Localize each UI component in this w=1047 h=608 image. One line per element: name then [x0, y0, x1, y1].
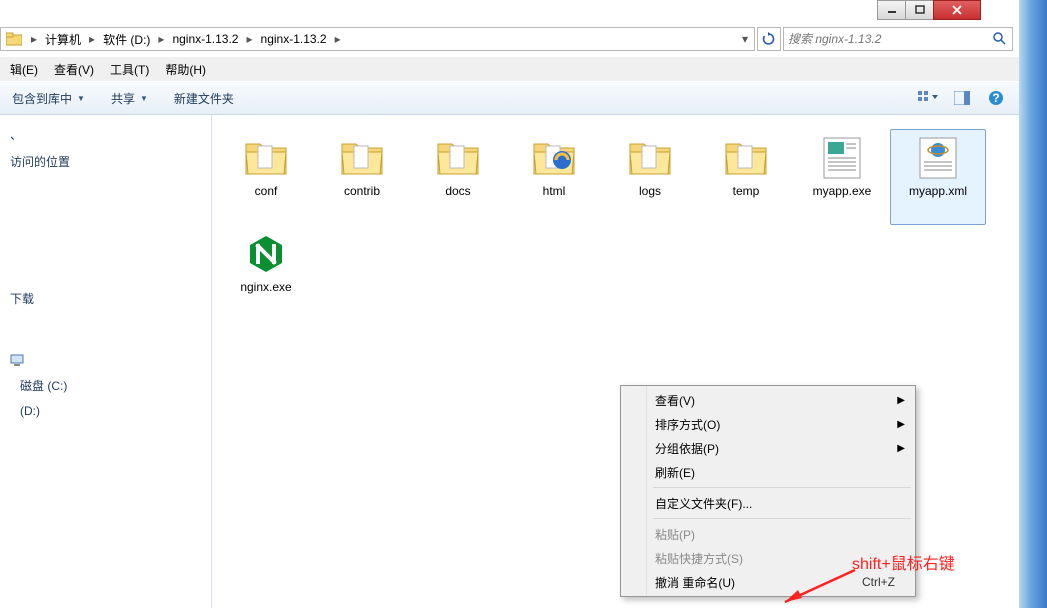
breadcrumb-item[interactable]: nginx-1.13.2 — [168, 28, 242, 50]
nav-drive-d[interactable]: (D:) — [0, 399, 211, 423]
menu-help[interactable]: 帮助(H) — [157, 58, 214, 81]
folder-icon — [722, 134, 770, 182]
breadcrumb-sep-icon: ▸ — [27, 32, 41, 46]
refresh-button[interactable] — [757, 27, 781, 51]
ctx-separator — [653, 487, 911, 488]
file-label: docs — [441, 182, 474, 201]
file-item[interactable]: contrib — [314, 129, 410, 225]
file-item[interactable]: myapp.xml — [890, 129, 986, 225]
file-item[interactable]: temp — [698, 129, 794, 225]
desktop-background-sliver — [1019, 0, 1047, 608]
chevron-right-icon: ▶ — [897, 443, 905, 454]
file-item[interactable]: logs — [602, 129, 698, 225]
breadcrumb-sep-icon: ▸ — [154, 32, 168, 46]
file-item[interactable]: conf — [218, 129, 314, 225]
file-label: html — [539, 182, 570, 201]
chevron-right-icon: ▶ — [897, 395, 905, 406]
menu-tools[interactable]: 工具(T) — [102, 58, 157, 81]
breadcrumb-item[interactable]: 计算机 — [41, 28, 85, 50]
menu-edit[interactable]: 辑(E) — [2, 58, 46, 81]
breadcrumb-sep-icon: ▸ — [331, 32, 345, 46]
file-label: logs — [635, 182, 665, 201]
minimize-button[interactable] — [877, 0, 906, 20]
file-label: contrib — [340, 182, 384, 201]
breadcrumb-item[interactable]: nginx-1.13.2 — [257, 28, 331, 50]
file-item[interactable]: html — [506, 129, 602, 225]
breadcrumb-item[interactable]: 软件 (D:) — [99, 28, 154, 50]
preview-pane-button[interactable] — [949, 87, 975, 109]
chevron-down-icon: ▼ — [140, 94, 148, 103]
view-options-button[interactable] — [915, 87, 941, 109]
file-item[interactable]: myapp.exe — [794, 129, 890, 225]
chevron-down-icon: ▼ — [77, 94, 85, 103]
annotation-text: shift+鼠标右键 — [852, 550, 955, 574]
search-icon[interactable] — [992, 31, 1008, 48]
maximize-button[interactable] — [905, 0, 934, 20]
chevron-right-icon: ▶ — [897, 419, 905, 430]
file-label: myapp.exe — [809, 182, 876, 201]
nav-quickaccess-item[interactable]: 、 — [0, 121, 211, 148]
help-button[interactable]: ? — [983, 87, 1009, 109]
nav-downloads[interactable]: 下载 — [0, 285, 211, 312]
ctx-view[interactable]: 查看(V) ▶ — [623, 388, 913, 412]
breadcrumb[interactable]: ▸ 计算机 ▸ 软件 (D:) ▸ nginx-1.13.2 ▸ nginx-1… — [0, 27, 755, 51]
nav-local-disk-c[interactable]: 磁盘 (C:) — [0, 372, 211, 399]
toolbar-label: 共享 — [111, 90, 135, 107]
file-item[interactable]: nginx.exe — [218, 225, 314, 321]
breadcrumb-sep-icon: ▸ — [85, 32, 99, 46]
folder-small-icon — [4, 29, 24, 49]
breadcrumb-sep-icon: ▸ — [242, 32, 256, 46]
navigation-pane[interactable]: 、 访问的位置 下载 磁盘 (C:) (D:) — [0, 115, 212, 608]
close-button[interactable] — [933, 0, 981, 20]
ctx-customize-folder[interactable]: 自定义文件夹(F)... — [623, 491, 913, 515]
toolbar-share[interactable]: 共享 ▼ — [105, 86, 154, 111]
search-input[interactable] — [788, 32, 992, 46]
menu-view[interactable]: 查看(V) — [46, 58, 102, 81]
nav-recent-locations[interactable]: 访问的位置 — [0, 148, 211, 175]
file-label: myapp.xml — [905, 182, 971, 201]
file-label: nginx.exe — [236, 278, 295, 297]
folder-icon — [626, 134, 674, 182]
xml-icon — [914, 134, 962, 182]
window-controls — [878, 0, 981, 20]
folder-ie-icon — [530, 134, 578, 182]
svg-text:?: ? — [992, 91, 999, 105]
breadcrumb-history-dropdown[interactable]: ▾ — [736, 32, 754, 46]
ctx-refresh[interactable]: 刷新(E) — [623, 460, 913, 484]
address-bar-row: ▸ 计算机 ▸ 软件 (D:) ▸ nginx-1.13.2 ▸ nginx-1… — [0, 24, 1019, 54]
folder-icon — [338, 134, 386, 182]
annotation-arrow-icon — [770, 568, 860, 608]
file-label: conf — [251, 182, 282, 201]
toolbar: 包含到库中 ▼ 共享 ▼ 新建文件夹 ? — [0, 81, 1019, 115]
toolbar-new-folder[interactable]: 新建文件夹 — [168, 86, 240, 111]
menu-bar: 辑(E) 查看(V) 工具(T) 帮助(H) — [0, 57, 1019, 81]
nginx-icon — [242, 230, 290, 278]
ctx-shortcut-text: Ctrl+Z — [862, 575, 895, 589]
ctx-group[interactable]: 分组依据(P) ▶ — [623, 436, 913, 460]
nav-computer-item[interactable] — [0, 348, 211, 372]
toolbar-label: 包含到库中 — [12, 90, 72, 107]
folder-icon — [242, 134, 290, 182]
file-label: temp — [729, 182, 764, 201]
search-box[interactable] — [783, 27, 1013, 51]
toolbar-include-in-library[interactable]: 包含到库中 ▼ — [6, 86, 91, 111]
ctx-sort[interactable]: 排序方式(O) ▶ — [623, 412, 913, 436]
folder-icon — [434, 134, 482, 182]
toolbar-label: 新建文件夹 — [174, 90, 234, 107]
ctx-separator — [653, 518, 911, 519]
ctx-paste: 粘贴(P) — [623, 522, 913, 546]
config-icon — [818, 134, 866, 182]
file-item[interactable]: docs — [410, 129, 506, 225]
